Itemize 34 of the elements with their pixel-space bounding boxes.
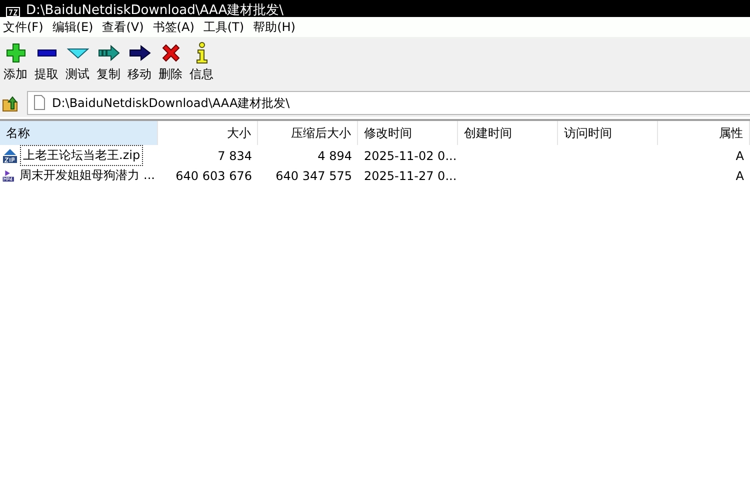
menu-item[interactable]: 编辑(E)	[52, 18, 102, 36]
arrow-right-icon	[98, 43, 120, 63]
table-cell-text: 640 347 575	[274, 168, 353, 184]
table-cell-text: A	[734, 148, 745, 164]
zip-file-icon	[2, 148, 18, 164]
menu-item[interactable]: 工具(T)	[203, 18, 254, 36]
arrow-right-icon	[128, 43, 150, 63]
table-cell-text: 2025-11-02 0...	[363, 148, 458, 164]
cross-icon	[160, 43, 180, 63]
copy-button[interactable]: 复制	[93, 39, 124, 89]
move-button[interactable]: 移动	[124, 39, 155, 89]
test-button[interactable]: 测试	[62, 39, 93, 89]
add-button[interactable]: 添加	[0, 39, 31, 89]
file-name[interactable]: 上老王论坛当老王.zip	[20, 145, 144, 166]
window-title: D:\BaiduNetdiskDownload\AAA建材批发\	[26, 4, 284, 17]
video-file-icon	[2, 168, 15, 184]
plus-icon	[6, 43, 26, 63]
table-cell-text: 7 834	[216, 148, 253, 164]
address-field[interactable]: D:\BaiduNetdiskDownload\AAA建材批发\	[27, 91, 750, 115]
table-cell-text: 4 894	[316, 148, 353, 164]
column-header[interactable]: 名称	[0, 121, 158, 145]
folder-up-icon[interactable]	[2, 94, 19, 112]
file-name[interactable]: 周末开发姐姐母狗潜力 ...	[16, 165, 158, 186]
menu-item[interactable]: 查看(V)	[102, 18, 153, 36]
menu-item[interactable]: 书签(A)	[152, 18, 204, 36]
table-cell-text: A	[734, 168, 745, 184]
info-button[interactable]: 信息	[186, 39, 217, 89]
menu-item[interactable]: 帮助(H)	[253, 18, 304, 36]
info-icon	[194, 42, 208, 64]
extract-button[interactable]: 提取	[31, 39, 62, 89]
menu-item[interactable]: 文件(F)	[3, 18, 52, 36]
table-cell-text: 640 603 676	[174, 168, 253, 184]
delete-button[interactable]: 删除	[155, 39, 186, 89]
table-cell-text: 2025-11-27 0...	[363, 168, 458, 184]
